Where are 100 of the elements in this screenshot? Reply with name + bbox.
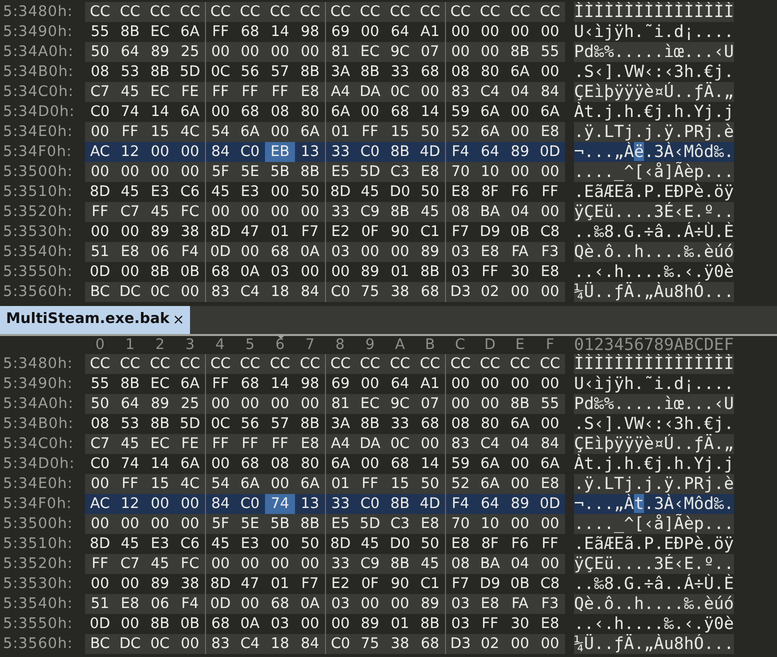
hex-byte[interactable]: 00: [115, 574, 145, 594]
hex-byte[interactable]: 8B: [115, 374, 145, 394]
hex-byte[interactable]: 00: [505, 282, 535, 302]
hex-byte[interactable]: 00: [265, 42, 295, 62]
hex-byte[interactable]: C0: [355, 142, 385, 162]
hex-byte[interactable]: FF: [205, 434, 235, 454]
hex-byte[interactable]: 8B: [295, 62, 325, 82]
hex-byte[interactable]: 14: [265, 22, 295, 42]
hex-byte[interactable]: 8B: [145, 262, 175, 282]
hex-byte[interactable]: 89: [355, 614, 385, 634]
hex-byte[interactable]: 45: [355, 534, 385, 554]
hex-byte[interactable]: FF: [475, 614, 505, 634]
hex-byte[interactable]: 00: [115, 222, 145, 242]
hex-byte[interactable]: DC: [115, 282, 145, 302]
hex-byte[interactable]: FF: [355, 122, 385, 142]
hex-byte[interactable]: 8F: [475, 182, 505, 202]
hex-byte[interactable]: 8B: [385, 142, 415, 162]
hex-byte[interactable]: 74: [265, 494, 295, 514]
hex-byte[interactable]: 6A: [235, 474, 265, 494]
hex-byte[interactable]: FA: [505, 242, 535, 262]
hex-byte[interactable]: 06: [145, 594, 175, 614]
hex-byte[interactable]: 00: [505, 634, 535, 654]
hex-byte[interactable]: E3: [235, 182, 265, 202]
hex-byte[interactable]: 00: [505, 122, 535, 142]
hex-byte[interactable]: 4C: [175, 474, 205, 494]
hex-byte[interactable]: 33: [325, 554, 355, 574]
hex-byte[interactable]: C1: [415, 574, 445, 594]
hex-byte[interactable]: 00: [85, 574, 115, 594]
hex-byte[interactable]: E8: [535, 262, 565, 282]
hex-byte[interactable]: 0D: [535, 142, 565, 162]
hex-byte[interactable]: FF: [355, 474, 385, 494]
hex-byte[interactable]: 13: [295, 494, 325, 514]
hex-byte[interactable]: 0D: [85, 614, 115, 634]
hex-byte[interactable]: 00: [355, 102, 385, 122]
hex-byte[interactable]: CC: [175, 2, 205, 22]
hex-byte[interactable]: 50: [85, 42, 115, 62]
hex-byte[interactable]: 07: [415, 394, 445, 414]
hex-byte[interactable]: 08: [265, 102, 295, 122]
hex-byte[interactable]: EC: [145, 22, 175, 42]
hex-byte[interactable]: 8D: [85, 182, 115, 202]
hex-byte[interactable]: 84: [535, 82, 565, 102]
hex-byte[interactable]: 74: [115, 454, 145, 474]
hex-byte[interactable]: FF: [235, 434, 265, 454]
hex-byte[interactable]: 0B: [505, 222, 535, 242]
hex-byte[interactable]: 80: [295, 102, 325, 122]
hex-byte[interactable]: 00: [505, 474, 535, 494]
hex-byte[interactable]: 83: [205, 634, 235, 654]
hex-byte[interactable]: 00: [205, 394, 235, 414]
hex-byte[interactable]: CC: [265, 354, 295, 374]
hex-byte[interactable]: 06: [145, 242, 175, 262]
hex-byte[interactable]: 5D: [175, 414, 205, 434]
hex-byte[interactable]: 00: [505, 22, 535, 42]
hex-byte[interactable]: 38: [175, 574, 205, 594]
hex-byte[interactable]: 00: [265, 474, 295, 494]
hex-byte[interactable]: 00: [355, 454, 385, 474]
hex-byte[interactable]: 53: [115, 414, 145, 434]
hex-byte[interactable]: 14: [145, 102, 175, 122]
hex-byte[interactable]: DA: [355, 434, 385, 454]
hex-byte[interactable]: 74: [115, 102, 145, 122]
hex-byte[interactable]: FF: [475, 262, 505, 282]
hex-byte[interactable]: 00: [535, 202, 565, 222]
hex-byte[interactable]: CC: [145, 354, 175, 374]
hex-byte[interactable]: CC: [325, 354, 355, 374]
hex-byte[interactable]: 08: [265, 454, 295, 474]
hex-byte[interactable]: 00: [505, 374, 535, 394]
hex-byte[interactable]: FF: [235, 82, 265, 102]
hex-byte[interactable]: EC: [145, 374, 175, 394]
hex-byte[interactable]: CC: [205, 354, 235, 374]
hex-byte[interactable]: 53: [115, 62, 145, 82]
hex-byte[interactable]: 00: [355, 22, 385, 42]
hex-byte[interactable]: 55: [535, 394, 565, 414]
hex-byte[interactable]: 10: [475, 514, 505, 534]
hex-byte[interactable]: FF: [535, 534, 565, 554]
hex-byte[interactable]: 00: [535, 62, 565, 82]
hex-byte[interactable]: C0: [235, 494, 265, 514]
hex-byte[interactable]: 00: [505, 102, 535, 122]
hex-byte[interactable]: 0A: [295, 594, 325, 614]
hex-byte[interactable]: 15: [385, 474, 415, 494]
hex-byte[interactable]: 00: [265, 394, 295, 414]
hex-byte[interactable]: 12: [115, 142, 145, 162]
hex-byte[interactable]: CC: [385, 354, 415, 374]
hex-byte[interactable]: 50: [415, 474, 445, 494]
hex-byte[interactable]: F6: [505, 182, 535, 202]
hex-byte[interactable]: 14: [415, 454, 445, 474]
hex-byte[interactable]: 00: [115, 262, 145, 282]
hex-byte[interactable]: 04: [505, 554, 535, 574]
hex-byte[interactable]: F6: [505, 534, 535, 554]
hex-byte[interactable]: 5E: [235, 514, 265, 534]
hex-byte[interactable]: 6A: [175, 102, 205, 122]
hex-byte[interactable]: 15: [145, 474, 175, 494]
hex-byte[interactable]: 89: [145, 42, 175, 62]
hex-byte[interactable]: D9: [475, 222, 505, 242]
hex-byte[interactable]: 0B: [505, 574, 535, 594]
hex-byte[interactable]: CC: [265, 2, 295, 22]
hex-byte[interactable]: EC: [145, 82, 175, 102]
hex-byte[interactable]: 00: [295, 202, 325, 222]
hex-byte[interactable]: 50: [415, 122, 445, 142]
hex-byte[interactable]: 03: [445, 242, 475, 262]
hex-byte[interactable]: 8B: [295, 514, 325, 534]
hex-byte[interactable]: FF: [265, 82, 295, 102]
